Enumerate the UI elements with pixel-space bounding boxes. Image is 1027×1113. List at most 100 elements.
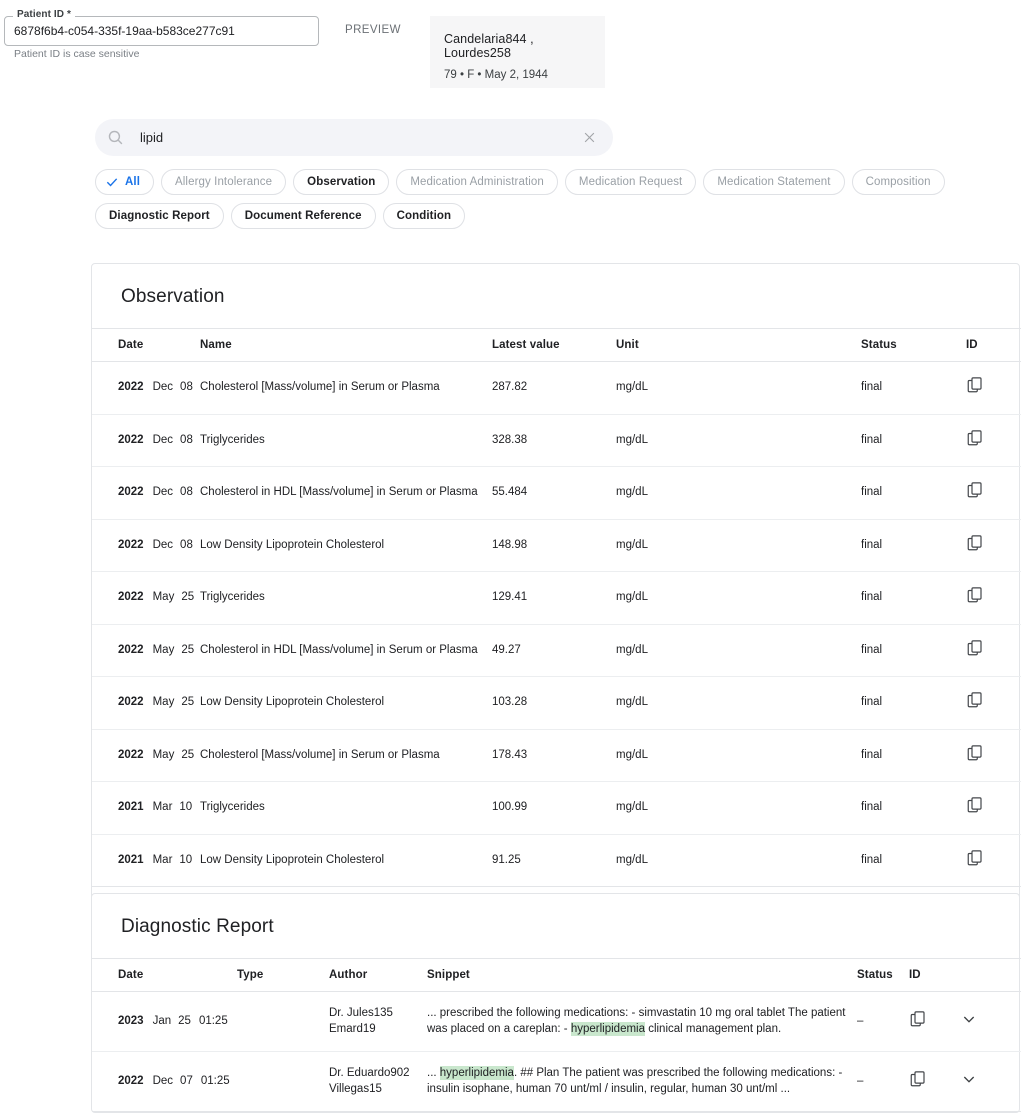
copy-icon[interactable]: [966, 429, 984, 447]
cell-name: Low Density Lipoprotein Cholesterol: [200, 834, 492, 887]
date-day: 10: [179, 854, 192, 866]
copy-icon[interactable]: [909, 1010, 927, 1028]
col-date: Date: [92, 329, 200, 362]
cell-id: [909, 992, 961, 1052]
date-month: May: [153, 644, 175, 656]
col-id: ID: [966, 329, 1021, 362]
cell-name: Cholesterol [Mass/volume] in Serum or Pl…: [200, 362, 492, 415]
cell-status: final: [861, 362, 966, 415]
cell-status: final: [861, 729, 966, 782]
table-row[interactable]: 2022May25Triglycerides129.41mg/dLfinal: [92, 572, 1021, 625]
chip-medication-statement[interactable]: Medication Statement: [703, 169, 844, 195]
patient-id-input[interactable]: [5, 17, 318, 45]
chip-all[interactable]: All: [95, 169, 154, 195]
cell-date: 2022May25: [92, 624, 200, 677]
col-author: Author: [329, 959, 427, 992]
cell-name: Triglycerides: [200, 782, 492, 835]
patient-id-field[interactable]: Patient ID *: [4, 16, 319, 46]
date-day: 08: [180, 434, 193, 446]
chip-observation[interactable]: Observation: [293, 169, 389, 195]
copy-icon[interactable]: [966, 639, 984, 657]
cell-latest-value: 100.99: [492, 782, 616, 835]
chip-medication-request[interactable]: Medication Request: [565, 169, 696, 195]
table-row[interactable]: 2023Jan2501:25Dr. Jules135 Emard19... pr…: [92, 992, 1021, 1052]
cell-status: final: [861, 467, 966, 520]
col-name: Name: [200, 329, 492, 362]
table-row[interactable]: 2022Dec08Cholesterol [Mass/volume] in Se…: [92, 362, 1021, 415]
cell-status: final: [861, 677, 966, 730]
diagnostic-report-title: Diagnostic Report: [92, 894, 1019, 958]
date-year: 2022: [118, 381, 144, 393]
table-row[interactable]: 2022May25Low Density Lipoprotein Cholest…: [92, 677, 1021, 730]
table-row[interactable]: 2022Dec0701:25Dr. Eduardo902 Villegas15.…: [92, 1052, 1021, 1112]
date-time: 01:25: [201, 1075, 230, 1087]
cell-id: [966, 624, 1021, 677]
copy-icon[interactable]: [966, 376, 984, 394]
cell-latest-value: 55.484: [492, 467, 616, 520]
search-term-highlight: hyperlipidemia: [571, 1022, 645, 1036]
cell-snippet: ... prescribed the following medications…: [427, 992, 857, 1052]
date-day: 08: [180, 486, 193, 498]
cell-author: Dr. Jules135 Emard19: [329, 992, 427, 1052]
copy-icon[interactable]: [966, 586, 984, 604]
cell-id: [966, 782, 1021, 835]
table-row[interactable]: 2022Dec08Cholesterol in HDL [Mass/volume…: [92, 467, 1021, 520]
cell-snippet: ... hyperlipidemia. ## Plan The patient …: [427, 1052, 857, 1112]
cell-date: 2022May25: [92, 729, 200, 782]
date-month: May: [153, 749, 175, 761]
cell-date: 2022Dec08: [92, 467, 200, 520]
date-day: 10: [179, 801, 192, 813]
copy-icon[interactable]: [966, 534, 984, 552]
chip-medication-administration[interactable]: Medication Administration: [396, 169, 558, 195]
diagnostic-report-card: Diagnostic Report Date Type Author Snipp…: [91, 893, 1020, 1113]
date-month: Dec: [153, 539, 173, 551]
table-row[interactable]: 2022May25Cholesterol in HDL [Mass/volume…: [92, 624, 1021, 677]
table-row[interactable]: 2021Mar10Low Density Lipoprotein Cholest…: [92, 834, 1021, 887]
search-input[interactable]: [138, 129, 579, 146]
chip-label: Medication Request: [579, 176, 682, 188]
copy-icon[interactable]: [966, 481, 984, 499]
cell-latest-value: 178.43: [492, 729, 616, 782]
date-year: 2022: [118, 696, 144, 708]
chip-label: Observation: [307, 176, 375, 188]
search-bar[interactable]: [95, 119, 613, 156]
chip-condition[interactable]: Condition: [383, 203, 466, 229]
col-type: Type: [237, 959, 329, 992]
cell-date: 2022Dec08: [92, 519, 200, 572]
table-row[interactable]: 2022Dec08Low Density Lipoprotein Cholest…: [92, 519, 1021, 572]
date-month: Mar: [153, 801, 173, 813]
copy-icon[interactable]: [966, 849, 984, 867]
table-row[interactable]: 2022May25Cholesterol [Mass/volume] in Se…: [92, 729, 1021, 782]
chevron-down-icon[interactable]: [961, 1071, 977, 1087]
chip-allergy-intolerance[interactable]: Allergy Intolerance: [161, 169, 286, 195]
copy-icon[interactable]: [966, 796, 984, 814]
copy-icon[interactable]: [909, 1070, 927, 1088]
cell-id: [966, 519, 1021, 572]
observation-title: Observation: [92, 264, 1019, 328]
chip-label: Medication Statement: [717, 176, 830, 188]
cell-id: [909, 1052, 961, 1112]
cell-id: [966, 414, 1021, 467]
cell-status: final: [861, 624, 966, 677]
table-header-row: Date Type Author Snippet Status ID: [92, 959, 1021, 992]
chip-diagnostic-report[interactable]: Diagnostic Report: [95, 203, 224, 229]
chip-document-reference[interactable]: Document Reference: [231, 203, 376, 229]
table-header-row: Date Name Latest value Unit Status ID: [92, 329, 1021, 362]
copy-icon[interactable]: [966, 691, 984, 709]
col-snippet: Snippet: [427, 959, 857, 992]
table-row[interactable]: 2022Dec08Triglycerides328.38mg/dLfinal: [92, 414, 1021, 467]
chevron-down-icon[interactable]: [961, 1011, 977, 1027]
copy-icon[interactable]: [966, 744, 984, 762]
col-latest-value: Latest value: [492, 329, 616, 362]
diagnostic-report-body: 2023Jan2501:25Dr. Jules135 Emard19... pr…: [92, 992, 1021, 1112]
table-row[interactable]: 2021Mar10Triglycerides100.99mg/dLfinal: [92, 782, 1021, 835]
close-icon[interactable]: [579, 128, 599, 148]
col-status: Status: [861, 329, 966, 362]
cell-author: Dr. Eduardo902 Villegas15: [329, 1052, 427, 1112]
date-month: May: [153, 591, 175, 603]
date-day: 08: [180, 381, 193, 393]
cell-status: final: [861, 414, 966, 467]
cell-latest-value: 103.28: [492, 677, 616, 730]
patient-id-hint: Patient ID is case sensitive: [14, 48, 139, 60]
chip-composition[interactable]: Composition: [852, 169, 945, 195]
